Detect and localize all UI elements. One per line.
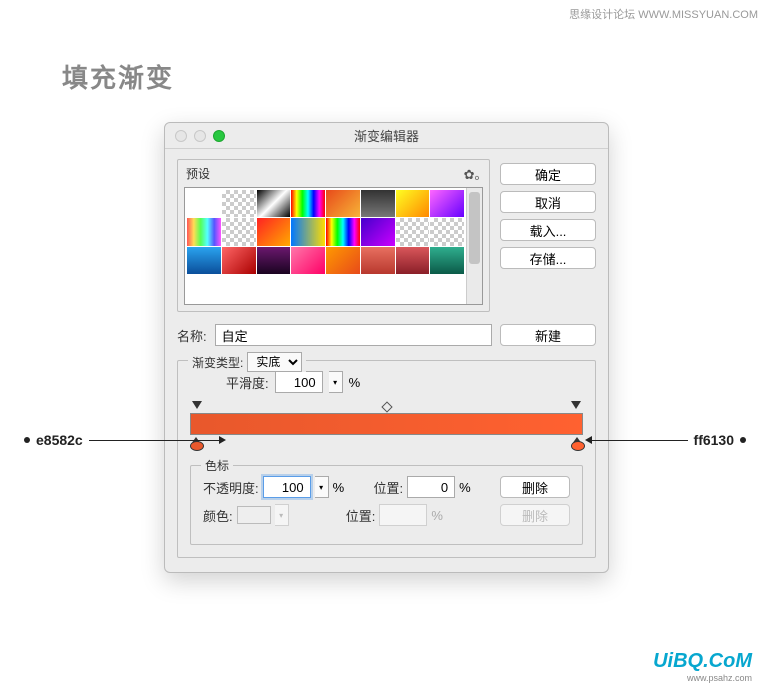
preset-swatch[interactable]	[187, 218, 221, 245]
preset-swatch[interactable]	[222, 218, 256, 245]
location-input-2	[379, 504, 427, 526]
smoothness-input[interactable]	[275, 371, 323, 393]
preset-swatch[interactable]	[326, 247, 360, 274]
preset-swatch[interactable]	[361, 190, 395, 217]
ok-button[interactable]: 确定	[500, 163, 596, 185]
cancel-button[interactable]: 取消	[500, 191, 596, 213]
titlebar: 渐变编辑器	[165, 123, 608, 149]
delete-opacity-button[interactable]: 删除	[500, 476, 570, 498]
preset-swatch[interactable]	[430, 218, 464, 245]
color-swatch[interactable]	[237, 506, 271, 524]
gradient-type-select[interactable]: 实底	[247, 352, 302, 372]
color-stop-right[interactable]	[571, 437, 583, 451]
presets-label: 预设	[186, 165, 210, 182]
gear-icon[interactable]: ✿｡	[464, 164, 481, 183]
annotation-right: ff6130	[585, 432, 746, 448]
gradient-type-fieldset: 渐变类型: 实底 平滑度: ▾ % 色标	[177, 360, 596, 558]
midpoint-icon[interactable]	[381, 401, 392, 412]
preset-swatch[interactable]	[187, 247, 221, 274]
preset-swatch[interactable]	[291, 218, 325, 245]
opacity-input[interactable]	[263, 476, 311, 498]
preset-swatch[interactable]	[257, 218, 291, 245]
preset-swatch[interactable]	[430, 190, 464, 217]
watermark-top: 思缘设计论坛 WWW.MISSYUAN.COM	[569, 6, 758, 22]
stops-label: 色标	[201, 457, 233, 474]
page-title: 填充渐变	[62, 58, 174, 95]
smoothness-dropdown-icon[interactable]: ▾	[329, 371, 343, 393]
gradient-type-label: 渐变类型:	[192, 354, 243, 371]
preset-swatch[interactable]	[430, 247, 464, 274]
preset-swatch[interactable]	[222, 190, 256, 217]
new-button[interactable]: 新建	[500, 324, 596, 346]
preset-swatch[interactable]	[187, 190, 221, 217]
preset-swatch[interactable]	[361, 247, 395, 274]
gradient-bar[interactable]	[190, 413, 583, 435]
presets-panel: 预设 ✿｡	[177, 159, 490, 312]
opacity-stop-right[interactable]	[571, 401, 581, 411]
color-label: 颜色:	[203, 506, 233, 525]
opacity-stop-left[interactable]	[192, 401, 202, 411]
preset-swatch[interactable]	[326, 190, 360, 217]
scroll-thumb[interactable]	[469, 192, 480, 264]
preset-swatch[interactable]	[291, 190, 325, 217]
percent-label-2: %	[333, 480, 345, 495]
smoothness-label: 平滑度:	[226, 373, 269, 392]
delete-color-button: 删除	[500, 504, 570, 526]
preset-swatch[interactable]	[396, 218, 430, 245]
save-button[interactable]: 存储...	[500, 247, 596, 269]
location-label: 位置:	[374, 478, 404, 497]
preset-swatch[interactable]	[257, 190, 291, 217]
preset-swatch[interactable]	[257, 247, 291, 274]
preset-swatch[interactable]	[291, 247, 325, 274]
presets-scrollbar[interactable]	[466, 188, 482, 304]
name-label: 名称:	[177, 326, 207, 345]
opacity-label: 不透明度:	[203, 478, 259, 497]
load-button[interactable]: 载入...	[500, 219, 596, 241]
preset-swatch[interactable]	[326, 218, 360, 245]
watermark-bottom: UiBQ.CoM www.psahz.com	[653, 650, 752, 683]
opacity-dropdown-icon[interactable]: ▾	[315, 476, 329, 498]
preset-grid[interactable]	[185, 188, 466, 304]
gradient-editor-dialog: 渐变编辑器 预设 ✿｡ 确定 取消 载入... 存储...	[164, 122, 609, 573]
preset-swatch[interactable]	[222, 247, 256, 274]
percent-label-4: %	[431, 508, 443, 523]
color-dropdown-icon[interactable]: ▾	[275, 504, 289, 526]
gradient-preview[interactable]	[190, 401, 583, 451]
percent-label: %	[349, 375, 361, 390]
dialog-title: 渐变编辑器	[165, 126, 608, 145]
stops-fieldset: 色标 不透明度: ▾ % 位置: % 删除	[190, 465, 583, 545]
location-input[interactable]	[407, 476, 455, 498]
annotation-left: e8582c	[24, 432, 226, 448]
preset-swatch[interactable]	[396, 190, 430, 217]
percent-label-3: %	[459, 480, 471, 495]
preset-swatch[interactable]	[361, 218, 395, 245]
location-label-2: 位置:	[346, 506, 376, 525]
name-input[interactable]	[215, 324, 492, 346]
preset-swatch[interactable]	[396, 247, 430, 274]
